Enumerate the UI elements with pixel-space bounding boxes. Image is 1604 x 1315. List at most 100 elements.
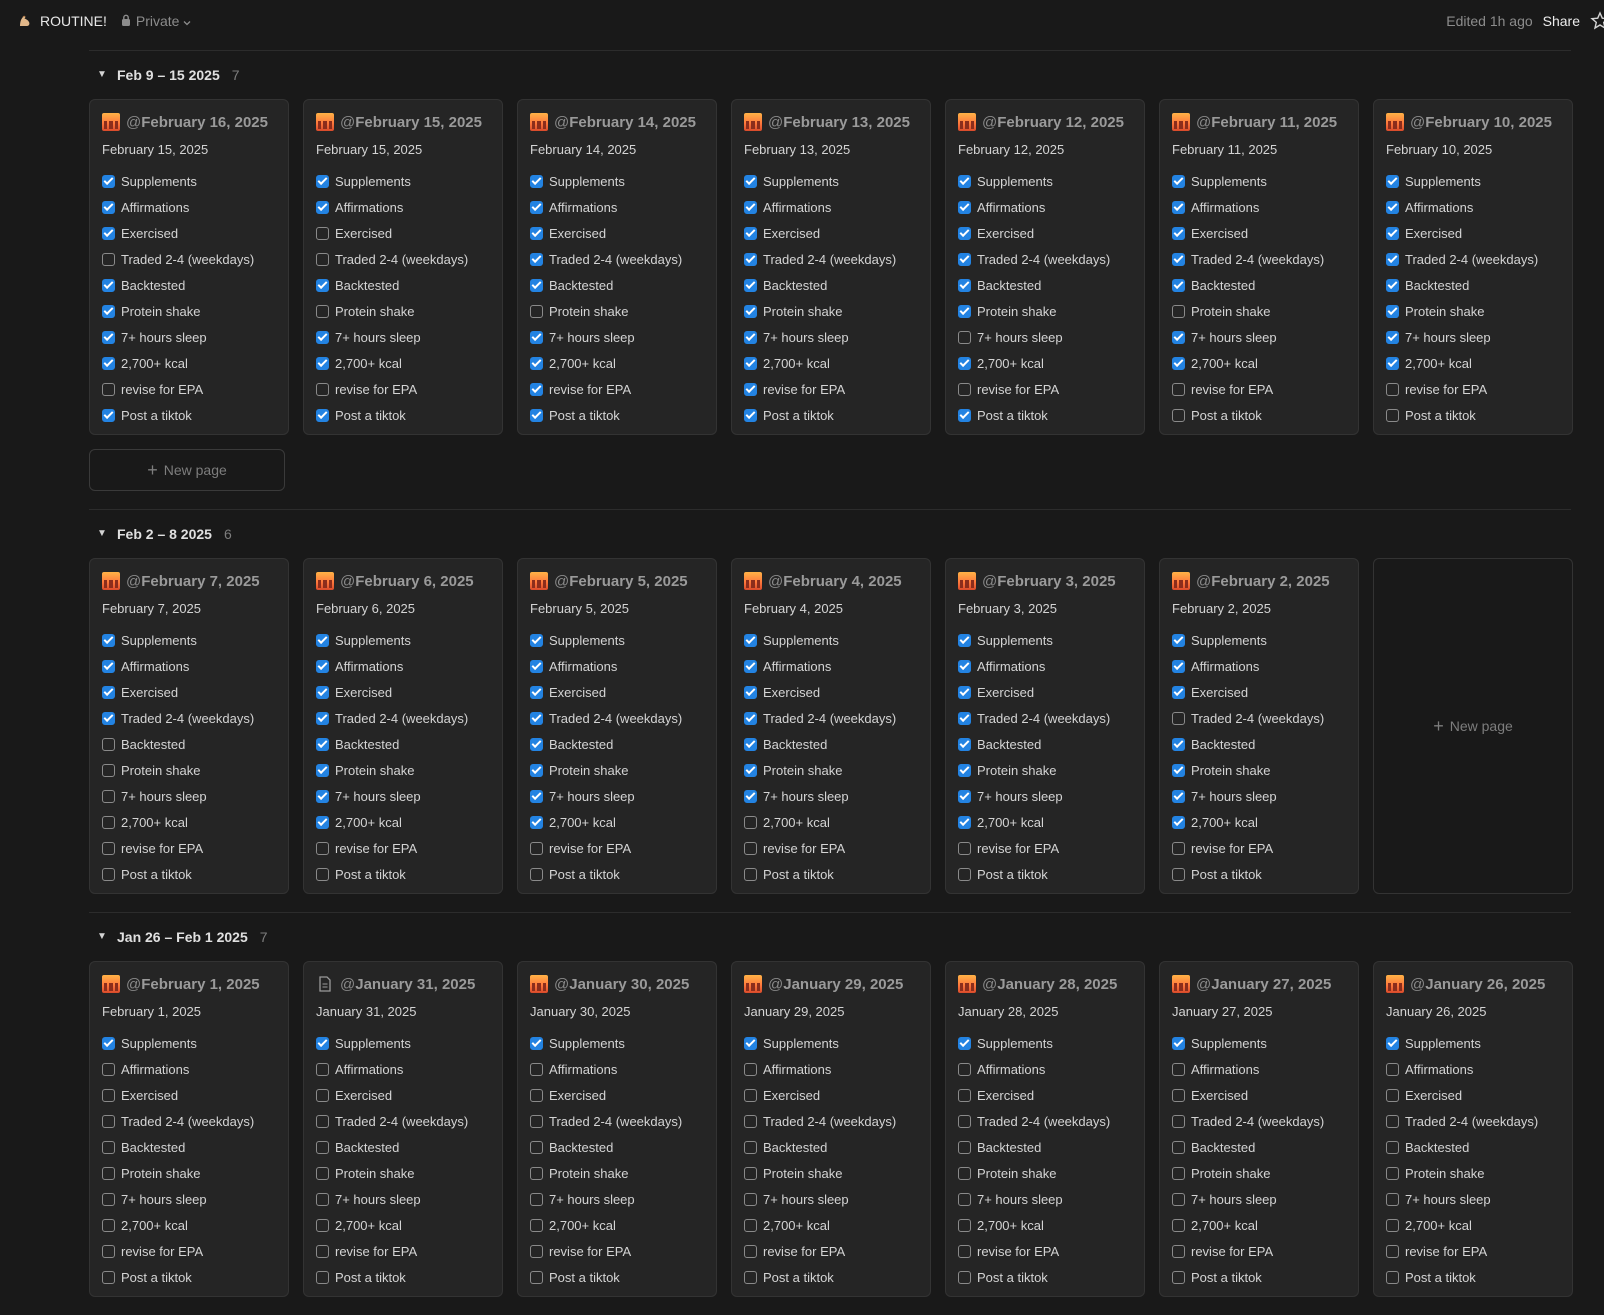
task-item[interactable]: Backtested bbox=[316, 1134, 490, 1160]
task-item[interactable]: Backtested bbox=[316, 731, 490, 757]
task-item[interactable]: revise for EPA bbox=[1172, 1238, 1346, 1264]
task-item[interactable]: Exercised bbox=[316, 220, 490, 246]
checkbox[interactable] bbox=[1172, 815, 1185, 829]
checkbox[interactable] bbox=[530, 711, 543, 725]
checkbox[interactable] bbox=[316, 200, 329, 214]
checkbox[interactable] bbox=[530, 659, 543, 673]
task-item[interactable]: Affirmations bbox=[1172, 194, 1346, 220]
task-item[interactable]: Affirmations bbox=[530, 653, 704, 679]
date-mention[interactable]: @February 13, 2025 bbox=[768, 114, 910, 131]
task-item[interactable]: 2,700+ kcal bbox=[316, 350, 490, 376]
checkbox[interactable] bbox=[1172, 1218, 1185, 1232]
task-item[interactable]: Traded 2-4 (weekdays) bbox=[1386, 246, 1560, 272]
checkbox[interactable] bbox=[744, 659, 757, 673]
checkbox[interactable] bbox=[316, 633, 329, 647]
checkbox[interactable] bbox=[1172, 659, 1185, 673]
task-item[interactable]: 2,700+ kcal bbox=[530, 809, 704, 835]
task-item[interactable]: Protein shake bbox=[958, 1160, 1132, 1186]
checkbox[interactable] bbox=[1386, 252, 1399, 266]
checkbox[interactable] bbox=[1386, 1140, 1399, 1154]
card-title[interactable]: @February 2, 2025 bbox=[1172, 571, 1346, 591]
date-mention[interactable]: @February 7, 2025 bbox=[126, 573, 260, 590]
task-item[interactable]: Traded 2-4 (weekdays) bbox=[1386, 1108, 1560, 1134]
card-title[interactable]: @February 4, 2025 bbox=[744, 571, 918, 591]
checkbox[interactable] bbox=[316, 763, 329, 777]
checkbox[interactable] bbox=[316, 304, 329, 318]
date-mention[interactable]: @February 14, 2025 bbox=[554, 114, 696, 131]
task-item[interactable]: Traded 2-4 (weekdays) bbox=[102, 246, 276, 272]
card-title[interactable]: @February 5, 2025 bbox=[530, 571, 704, 591]
checkbox[interactable] bbox=[1172, 1140, 1185, 1154]
routine-card[interactable]: @January 29, 2025 January 29, 2025 Supplem… bbox=[731, 961, 931, 1297]
task-item[interactable]: 7+ hours sleep bbox=[1172, 783, 1346, 809]
checkbox[interactable] bbox=[958, 659, 971, 673]
checkbox[interactable] bbox=[316, 789, 329, 803]
checkbox[interactable] bbox=[102, 382, 115, 396]
task-item[interactable]: 7+ hours sleep bbox=[744, 1186, 918, 1212]
checkbox[interactable] bbox=[1386, 356, 1399, 370]
task-item[interactable]: Post a tiktok bbox=[1386, 402, 1560, 428]
checkbox[interactable] bbox=[530, 815, 543, 829]
routine-card[interactable]: @February 12, 2025 February 12, 2025 Suppl… bbox=[945, 99, 1145, 435]
task-item[interactable]: Supplements bbox=[744, 168, 918, 194]
card-title[interactable]: @February 12, 2025 bbox=[958, 112, 1132, 132]
checkbox[interactable] bbox=[102, 1140, 115, 1154]
task-item[interactable]: 7+ hours sleep bbox=[958, 1186, 1132, 1212]
task-item[interactable]: Traded 2-4 (weekdays) bbox=[1172, 705, 1346, 731]
checkbox[interactable] bbox=[1172, 408, 1185, 422]
date-mention[interactable]: @January 30, 2025 bbox=[554, 976, 689, 993]
checkbox[interactable] bbox=[744, 1088, 757, 1102]
checkbox[interactable] bbox=[958, 174, 971, 188]
task-item[interactable]: 2,700+ kcal bbox=[102, 1212, 276, 1238]
task-item[interactable]: 7+ hours sleep bbox=[316, 1186, 490, 1212]
checkbox[interactable] bbox=[1386, 200, 1399, 214]
task-item[interactable]: revise for EPA bbox=[958, 835, 1132, 861]
checkbox[interactable] bbox=[316, 278, 329, 292]
task-item[interactable]: Traded 2-4 (weekdays) bbox=[744, 1108, 918, 1134]
task-item[interactable]: Exercised bbox=[1172, 1082, 1346, 1108]
checkbox[interactable] bbox=[316, 737, 329, 751]
task-item[interactable]: Affirmations bbox=[744, 1056, 918, 1082]
task-item[interactable]: Affirmations bbox=[102, 194, 276, 220]
task-item[interactable]: Supplements bbox=[1172, 168, 1346, 194]
task-item[interactable]: revise for EPA bbox=[1386, 1238, 1560, 1264]
checkbox[interactable] bbox=[316, 408, 329, 422]
task-item[interactable]: Exercised bbox=[958, 1082, 1132, 1108]
checkbox[interactable] bbox=[744, 1270, 757, 1284]
checkbox[interactable] bbox=[530, 1218, 543, 1232]
checkbox[interactable] bbox=[744, 1244, 757, 1258]
checkbox[interactable] bbox=[102, 711, 115, 725]
checkbox[interactable] bbox=[1172, 1062, 1185, 1076]
task-item[interactable]: 2,700+ kcal bbox=[102, 350, 276, 376]
routine-card[interactable]: @February 6, 2025 February 6, 2025 Supplem… bbox=[303, 558, 503, 894]
task-item[interactable]: 2,700+ kcal bbox=[744, 809, 918, 835]
checkbox[interactable] bbox=[958, 1062, 971, 1076]
task-item[interactable]: Exercised bbox=[102, 220, 276, 246]
card-title[interactable]: @February 15, 2025 bbox=[316, 112, 490, 132]
checkbox[interactable] bbox=[744, 278, 757, 292]
checkbox[interactable] bbox=[958, 867, 971, 881]
checkbox[interactable] bbox=[1172, 304, 1185, 318]
checkbox[interactable] bbox=[316, 1192, 329, 1206]
task-item[interactable]: Affirmations bbox=[102, 653, 276, 679]
checkbox[interactable] bbox=[1172, 200, 1185, 214]
checkbox[interactable] bbox=[958, 633, 971, 647]
date-mention[interactable]: @February 15, 2025 bbox=[340, 114, 482, 131]
checkbox[interactable] bbox=[102, 304, 115, 318]
task-item[interactable]: Traded 2-4 (weekdays) bbox=[744, 246, 918, 272]
group-header[interactable]: ▼ Jan 26 – Feb 1 2025 7 bbox=[89, 913, 1571, 961]
card-title[interactable]: @February 7, 2025 bbox=[102, 571, 276, 591]
checkbox[interactable] bbox=[1386, 1062, 1399, 1076]
checkbox[interactable] bbox=[1386, 408, 1399, 422]
checkbox[interactable] bbox=[316, 685, 329, 699]
checkbox[interactable] bbox=[744, 1218, 757, 1232]
checkbox[interactable] bbox=[744, 789, 757, 803]
checkbox[interactable] bbox=[530, 789, 543, 803]
checkbox[interactable] bbox=[958, 763, 971, 777]
date-mention[interactable]: @February 12, 2025 bbox=[982, 114, 1124, 131]
checkbox[interactable] bbox=[958, 382, 971, 396]
task-item[interactable]: revise for EPA bbox=[1172, 835, 1346, 861]
checkbox[interactable] bbox=[1172, 841, 1185, 855]
task-item[interactable]: Post a tiktok bbox=[316, 1264, 490, 1290]
checkbox[interactable] bbox=[316, 1062, 329, 1076]
